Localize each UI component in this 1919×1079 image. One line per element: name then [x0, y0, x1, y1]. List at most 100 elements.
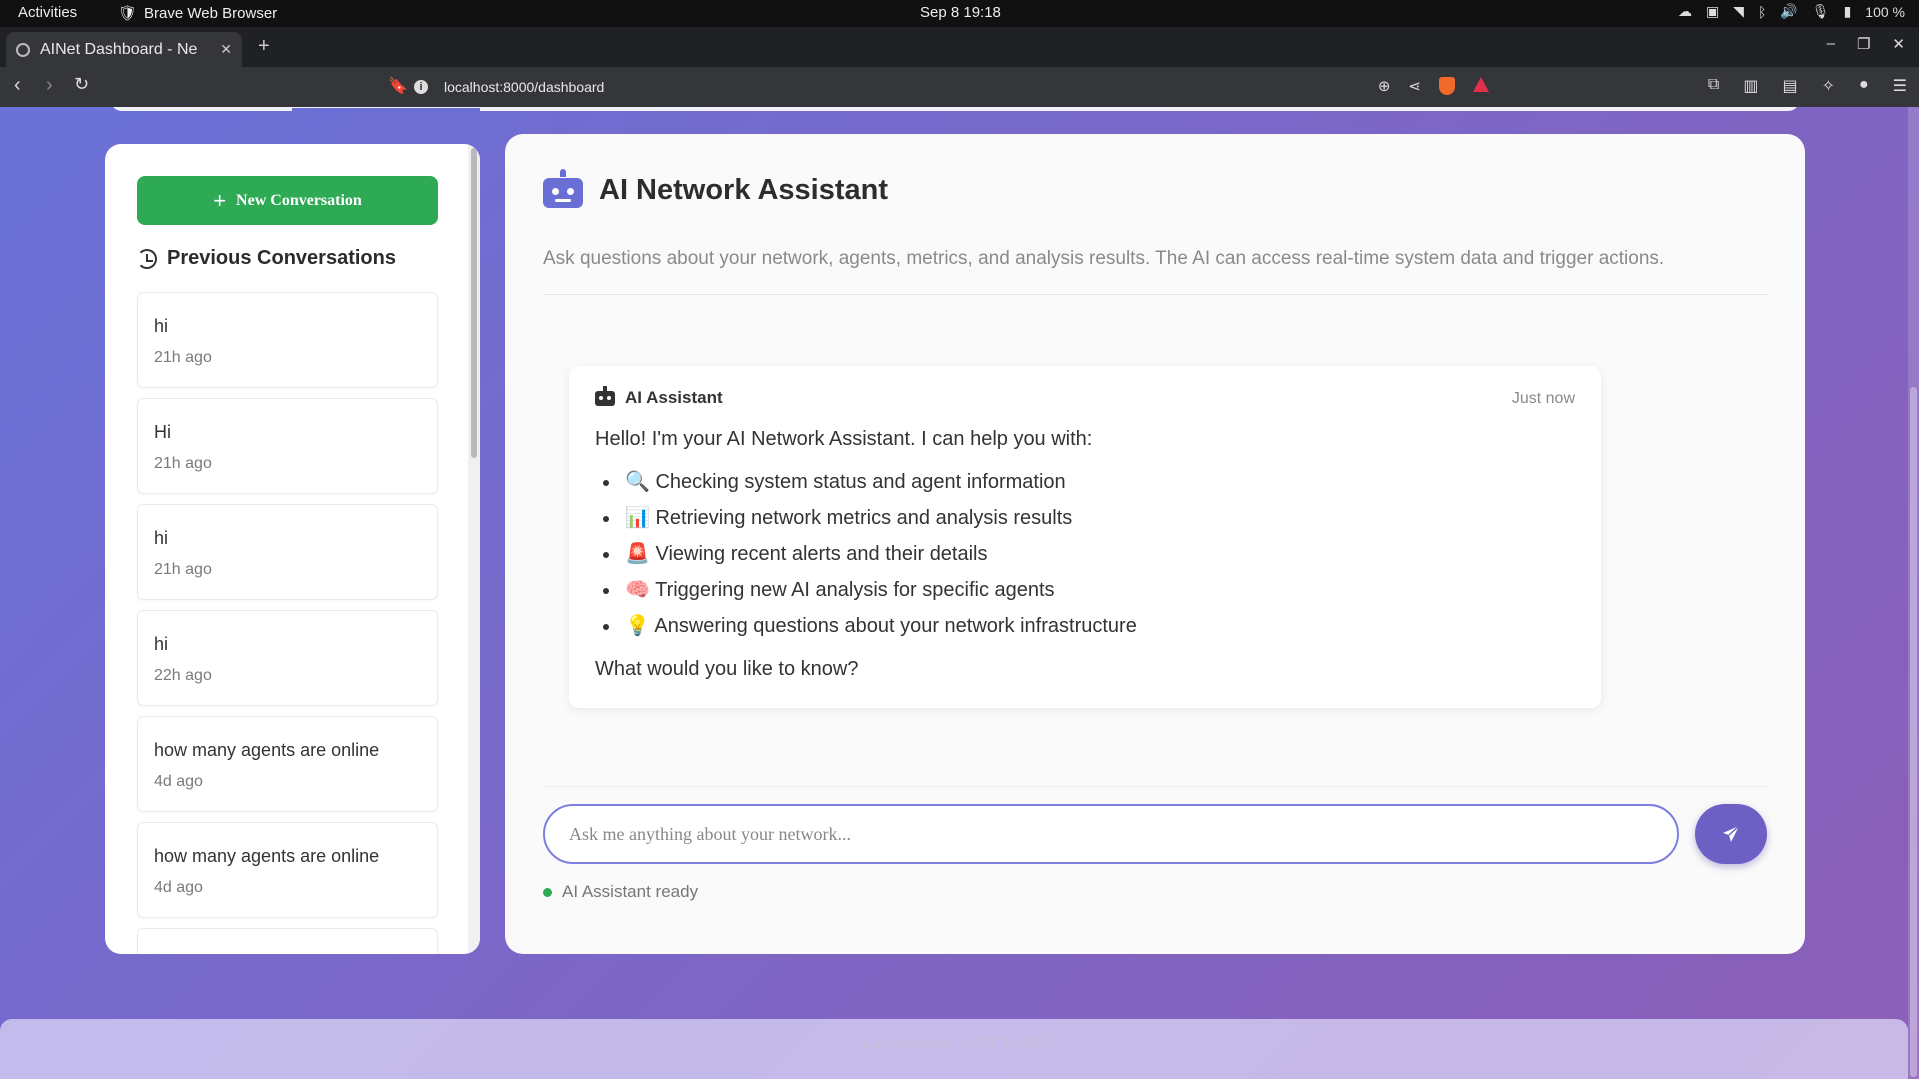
- page-footer: Last updated: 7:16:35 PM: [0, 1019, 1908, 1079]
- reload-icon[interactable]: ↻: [74, 74, 89, 95]
- brave-rewards-icon[interactable]: [1473, 77, 1489, 92]
- conversation-title: hi: [154, 316, 169, 336]
- assistant-status: AI Assistant ready: [543, 882, 698, 902]
- vpn-icon[interactable]: ●: [1859, 76, 1869, 96]
- robot-mouth: [555, 199, 571, 202]
- tab-strip: AINet Dashboard - Ne ✕ + – ❐ ✕: [0, 27, 1919, 67]
- leo-ai-icon[interactable]: ✧: [1822, 76, 1835, 96]
- page-viewport: + New Conversation Previous Conversation…: [0, 107, 1919, 1079]
- system-top-bar: Activities 🛡 Brave Web Browser Sep 8 19:…: [0, 0, 1919, 27]
- capability-item: 💡 Answering questions about your network…: [621, 614, 1137, 650]
- maximize-icon[interactable]: ❐: [1857, 35, 1870, 53]
- bookmark-icon[interactable]: 🔖: [388, 76, 408, 96]
- brave-shields-icon[interactable]: [1439, 77, 1455, 95]
- url-text: localhost:8000/dashboard: [444, 79, 605, 95]
- reader-mode-icon[interactable]: ⧉: [1708, 76, 1719, 96]
- page-scrollbar-thumb[interactable]: [1910, 387, 1917, 1077]
- conversation-title: hi: [154, 528, 169, 548]
- status-text: AI Assistant ready: [562, 882, 699, 901]
- send-button[interactable]: [1695, 804, 1767, 864]
- new-conversation-label: New Conversation: [236, 191, 362, 209]
- battery-icon: ▮: [1843, 3, 1852, 19]
- tab-title: AINet Dashboard - Ne: [40, 40, 198, 58]
- activities-button[interactable]: Activities: [18, 4, 77, 21]
- conversation-time: 22h ago: [154, 667, 212, 684]
- robot-eye: [599, 395, 603, 400]
- chat-input[interactable]: [543, 804, 1679, 864]
- capability-item: 📊 Retrieving network metrics and analysi…: [621, 506, 1137, 542]
- toolbar-right: ⧉ ▥ ▤ ✧ ● ☰: [1708, 76, 1907, 96]
- message-intro: Hello! I'm your AI Network Assistant. I …: [595, 428, 1093, 450]
- divider: [543, 786, 1768, 787]
- sidebar-scrollbar-thumb[interactable]: [471, 148, 477, 458]
- wallet-icon[interactable]: ▤: [1782, 76, 1797, 96]
- conversation-item[interactable]: how many agents are online 4d ago: [137, 822, 438, 918]
- clock[interactable]: Sep 8 19:18: [920, 4, 1001, 21]
- conversation-item[interactable]: hi 21h ago: [137, 292, 438, 388]
- volume-icon: 🔊: [1780, 3, 1798, 19]
- divider: [543, 294, 1768, 295]
- page-scrollbar[interactable]: [1908, 107, 1919, 1079]
- conversation-item[interactable]: Hi 21h ago: [137, 398, 438, 494]
- browser-tab[interactable]: AINet Dashboard - Ne ✕: [6, 32, 242, 67]
- screen-share-icon: ▣: [1705, 3, 1720, 19]
- previous-conversations-label: Previous Conversations: [167, 247, 396, 269]
- conversation-title: how many agents are online: [154, 846, 380, 866]
- cloud-icon: ☁: [1677, 3, 1692, 19]
- capability-item: 🚨 Viewing recent alerts and their detail…: [621, 542, 1137, 578]
- address-bar[interactable]: i localhost:8000/dashboard: [414, 72, 1484, 102]
- robot-eye: [552, 188, 559, 195]
- conversation-item-partial[interactable]: [137, 928, 438, 954]
- conversation-item[interactable]: hi 21h ago: [137, 504, 438, 600]
- paper-plane-icon: [1723, 825, 1740, 842]
- app-name: Brave Web Browser: [144, 4, 278, 22]
- conversation-item[interactable]: hi 22h ago: [137, 610, 438, 706]
- menu-icon[interactable]: ☰: [1893, 76, 1907, 96]
- capability-item: 🧠 Triggering new AI analysis for specifi…: [621, 578, 1137, 614]
- conversation-sidebar: + New Conversation Previous Conversation…: [105, 144, 480, 954]
- assistant-header: AI Network Assistant: [543, 169, 888, 208]
- history-icon: [137, 248, 157, 269]
- robot-icon: [543, 169, 583, 208]
- robot-eye: [567, 188, 574, 195]
- status-dot-icon: [543, 887, 552, 897]
- zoom-icon[interactable]: ⊕: [1378, 77, 1391, 95]
- close-tab-icon[interactable]: ✕: [220, 41, 232, 58]
- app-menu[interactable]: 🛡 Brave Web Browser: [118, 4, 278, 23]
- capability-item: 🔍 Checking system status and agent infor…: [621, 470, 1137, 506]
- conversation-time: 21h ago: [154, 455, 212, 472]
- assistant-description: Ask questions about your network, agents…: [543, 248, 1665, 269]
- conversation-title: how many agents are online: [154, 740, 380, 760]
- battery-level: 100 %: [1865, 3, 1905, 20]
- conversation-item[interactable]: how many agents are online 4d ago: [137, 716, 438, 812]
- globe-icon: [16, 42, 30, 57]
- site-info-icon[interactable]: i: [414, 80, 428, 94]
- back-icon[interactable]: ‹: [14, 74, 21, 97]
- new-conversation-button[interactable]: + New Conversation: [137, 176, 438, 225]
- browser-toolbar: ‹ › ↻ 🔖 i localhost:8000/dashboard ⊕ ⋖ ⧉…: [0, 67, 1919, 107]
- conversation-title: hi: [154, 634, 169, 654]
- active-tab-indicator: [292, 108, 480, 111]
- system-tray[interactable]: ☁ ▣ ◥ ᛒ 🔊 🎙 ▮ 100 %: [1678, 3, 1905, 20]
- conversation-time: 4d ago: [154, 879, 203, 896]
- close-window-icon[interactable]: ✕: [1892, 35, 1905, 53]
- conversation-list: hi 21h ago Hi 21h ago hi 21h ago hi 22h …: [137, 292, 438, 954]
- wifi-icon: ◥: [1733, 3, 1744, 19]
- bluetooth-icon: ᛒ: [1757, 3, 1767, 20]
- new-tab-button[interactable]: +: [258, 35, 270, 58]
- minimize-icon[interactable]: –: [1827, 35, 1835, 53]
- address-bar-actions: ⊕ ⋖: [1378, 77, 1489, 95]
- assistant-message: AI Assistant Just now Hello! I'm your AI…: [569, 366, 1601, 708]
- assistant-panel: AI Network Assistant Ask questions about…: [505, 134, 1805, 954]
- sidebar-scrollbar[interactable]: [468, 144, 480, 954]
- robot-eye: [607, 395, 611, 400]
- microphone-icon: 🎙: [1811, 3, 1830, 19]
- robot-icon: [595, 385, 615, 406]
- conversation-time: 21h ago: [154, 349, 212, 366]
- forward-icon[interactable]: ›: [46, 74, 53, 97]
- share-icon[interactable]: ⋖: [1408, 77, 1421, 95]
- sidebar-toggle-icon[interactable]: ▥: [1743, 76, 1758, 96]
- page-title: AI Network Assistant: [599, 173, 888, 206]
- previous-conversations-heading: Previous Conversations: [137, 247, 396, 270]
- plus-icon: +: [213, 187, 227, 213]
